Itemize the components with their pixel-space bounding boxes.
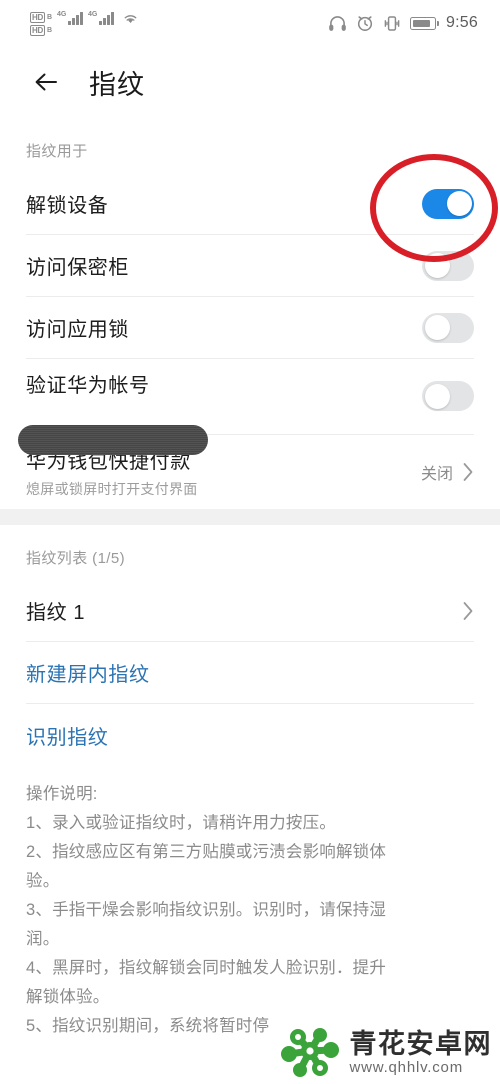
status-bar: HD B HD B 4G 4G 9:56 bbox=[0, 0, 500, 46]
alarm-icon bbox=[357, 16, 373, 31]
watermark-title: 青花安卓网 bbox=[349, 1029, 492, 1059]
watermark: 青花安卓网 www.qhhlv.com bbox=[280, 1024, 493, 1082]
row-fingerprint-1-label: 指纹 1 bbox=[26, 602, 86, 624]
row-unlock-device-label: 解锁设备 bbox=[26, 195, 109, 217]
signal-bars-sim1: 4G bbox=[57, 10, 84, 25]
status-bar-left: HD B HD B 4G 4G bbox=[30, 11, 139, 36]
toggle-knob bbox=[424, 253, 450, 278]
watermark-text: 青花安卓网 www.qhhlv.com bbox=[350, 1029, 493, 1077]
row-huawei-wallet-right: 关闭 bbox=[421, 460, 474, 484]
phone-screen: HD B HD B 4G 4G 9:56 指纹 指纹用于 解锁设备 访问保密柜 … bbox=[0, 0, 500, 1084]
toggle-knob bbox=[424, 383, 450, 409]
wifi-icon bbox=[124, 14, 137, 23]
row-access-applock-label: 访问应用锁 bbox=[26, 319, 129, 341]
row-unlock-device[interactable]: 解锁设备 bbox=[26, 173, 474, 235]
toggle-verify-huawei-account[interactable] bbox=[422, 381, 474, 411]
toggle-access-applock[interactable] bbox=[422, 312, 474, 343]
instructions-line-4-cont: 解锁体验。 bbox=[26, 988, 110, 1006]
action-new-in-screen-fingerprint[interactable]: 新建屏内指纹 bbox=[26, 642, 474, 704]
battery-icon bbox=[410, 16, 440, 30]
status-bar-clock: 9:56 bbox=[446, 14, 478, 31]
toggle-unlock-device[interactable] bbox=[422, 188, 474, 219]
toggle-knob bbox=[424, 315, 450, 340]
row-access-safe[interactable]: 访问保密柜 bbox=[26, 235, 474, 297]
section-separator-band bbox=[0, 509, 500, 525]
row-access-applock[interactable]: 访问应用锁 bbox=[26, 297, 474, 359]
instructions-title: 操作说明: bbox=[26, 785, 98, 803]
volte-sim2: HD B bbox=[30, 24, 53, 36]
signal-bars-sim2: 4G bbox=[88, 10, 115, 25]
volte-indicators: HD B HD B bbox=[30, 11, 52, 36]
vibrate-icon bbox=[384, 15, 400, 31]
toggle-knob bbox=[446, 191, 472, 216]
action-identify-fingerprint-label: 识别指纹 bbox=[26, 726, 109, 749]
instructions-line-3-cont: 润。 bbox=[26, 930, 60, 948]
volte-sim1: HD B bbox=[30, 11, 53, 23]
row-access-safe-label: 访问保密柜 bbox=[26, 257, 129, 279]
instructions-line-4: 4、黑屏时，指纹解锁会同时触发人脸识别．提升 bbox=[26, 959, 387, 977]
action-identify-fingerprint[interactable]: 识别指纹 bbox=[26, 704, 474, 766]
row-huawei-wallet-sublabel: 熄屏或锁屏时打开支付界面 bbox=[26, 481, 198, 497]
chevron-right-icon bbox=[463, 601, 473, 620]
fingerprint-usage-section-label: 指纹用于 bbox=[26, 143, 88, 160]
fingerprint-list-section-label: 指纹列表 (1/5) bbox=[26, 550, 126, 567]
page-title: 指纹 bbox=[89, 69, 145, 100]
status-bar-right: 9:56 bbox=[328, 14, 478, 32]
network-type-label-1: 4G bbox=[57, 10, 67, 18]
instructions-block: 操作说明: 1、录入或验证指纹时，请稍许用力按压。 2、指纹感应区有第三方贴膜或… bbox=[0, 766, 500, 1041]
action-new-in-screen-fingerprint-label: 新建屏内指纹 bbox=[26, 664, 150, 686]
instructions-line-2-cont: 验。 bbox=[26, 872, 60, 890]
hd-icon-2: HD bbox=[30, 24, 45, 36]
hd-icon: HD bbox=[30, 11, 45, 23]
instructions-line-3: 3、手指干燥会影响指纹识别。识别时，请保持湿 bbox=[26, 901, 387, 919]
title-bar: 指纹 bbox=[0, 46, 500, 118]
volte-sub-label: B bbox=[46, 13, 53, 21]
toggle-access-safe[interactable] bbox=[422, 250, 474, 281]
row-verify-huawei-account[interactable]: 验证华为帐号 bbox=[26, 359, 474, 435]
instructions-line-1: 1、录入或验证指纹时，请稍许用力按压。 bbox=[26, 814, 336, 832]
network-type-label-2: 4G bbox=[88, 10, 98, 18]
headphone-icon bbox=[329, 15, 346, 31]
chevron-right-icon bbox=[463, 463, 473, 481]
row-verify-huawei-account-label: 验证华为帐号 bbox=[26, 375, 150, 397]
instructions-line-2: 2、指纹感应区有第三方贴膜或污渍会影响解锁体 bbox=[26, 843, 387, 861]
watermark-url: www.qhhlv.com bbox=[349, 1059, 463, 1076]
volte-sub-label-2: B bbox=[46, 26, 53, 34]
row-fingerprint-1[interactable]: 指纹 1 bbox=[26, 580, 474, 642]
back-arrow-icon[interactable] bbox=[33, 69, 59, 95]
row-huawei-wallet-value: 关闭 bbox=[420, 466, 453, 483]
qinghua-logo-icon bbox=[280, 1028, 339, 1077]
redacted-account-bar bbox=[18, 425, 208, 455]
